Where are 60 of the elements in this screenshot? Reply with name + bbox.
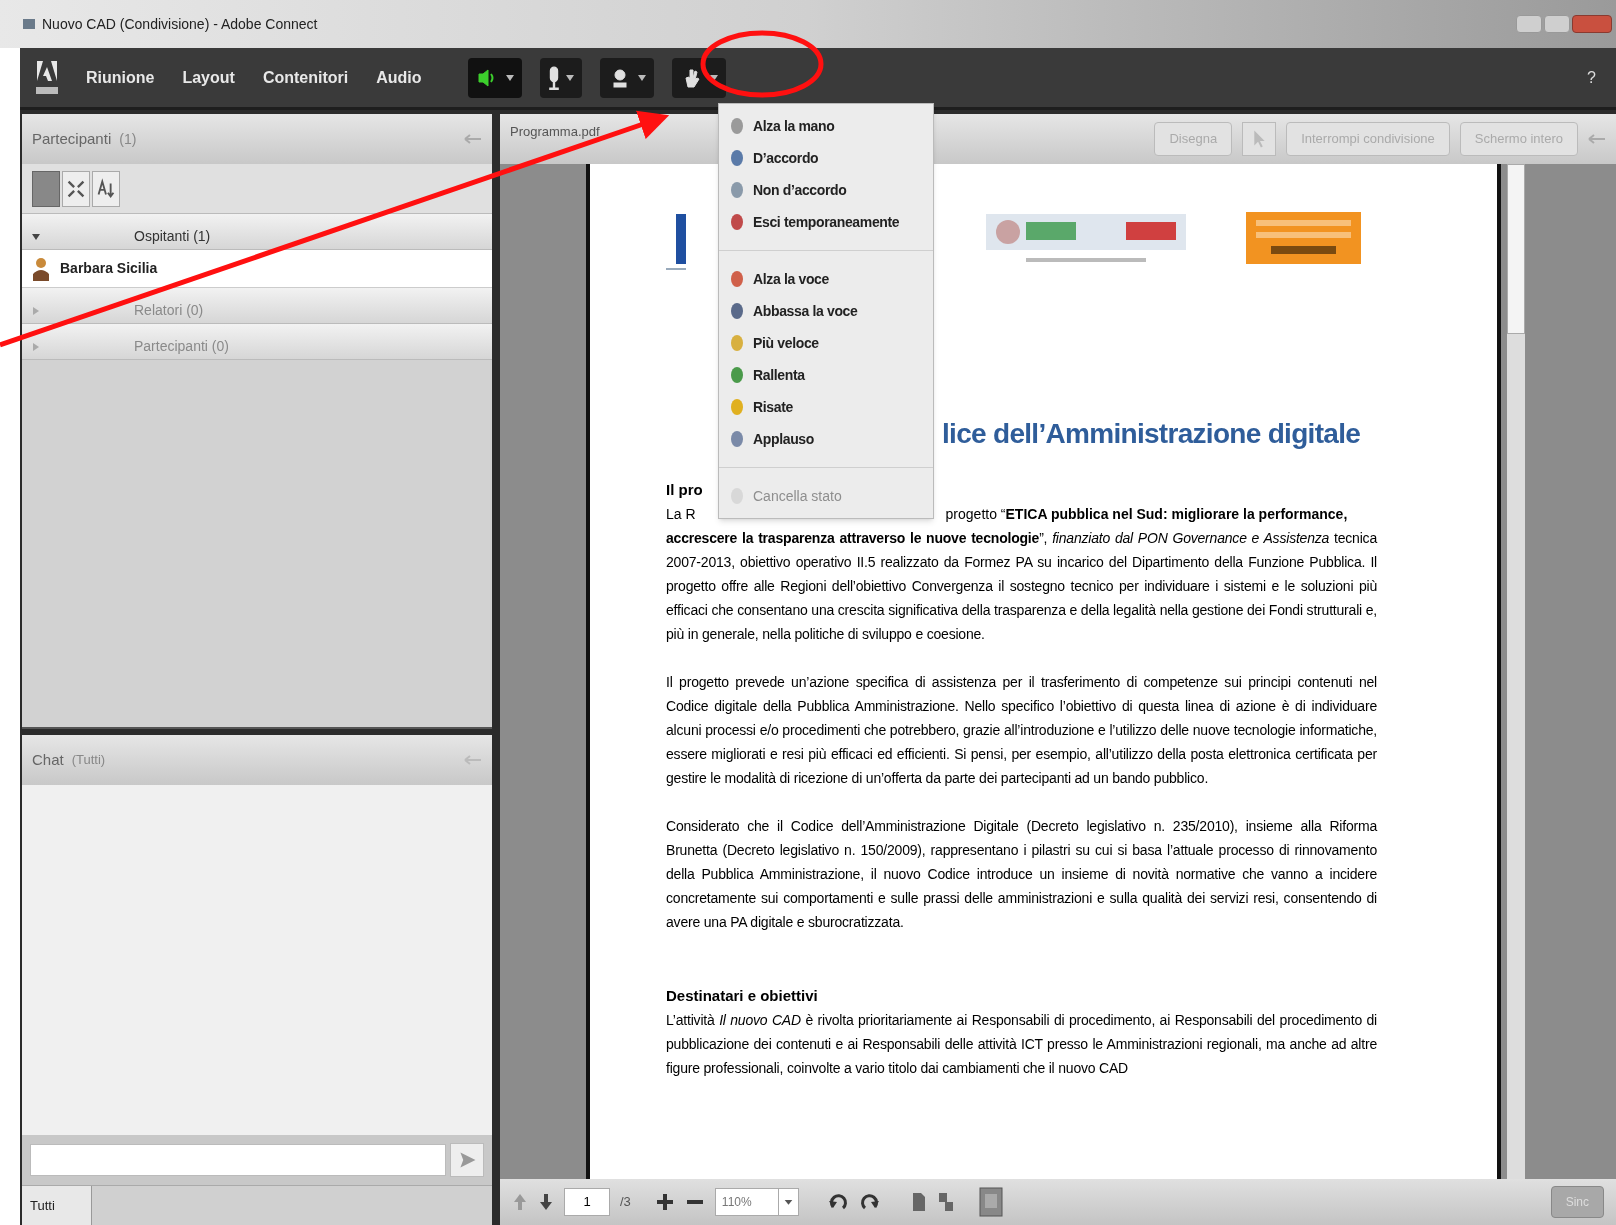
menu-item[interactable]: Layout — [182, 65, 235, 90]
menu-item[interactable]: Esci temporaneamente — [719, 206, 933, 238]
pod-title: Partecipanti — [32, 128, 112, 149]
expand-arrow-icon — [32, 343, 40, 351]
chat-input-field[interactable] — [30, 1144, 446, 1176]
plus-icon[interactable] — [654, 1192, 675, 1212]
menu-item[interactable]: Audio — [376, 65, 422, 90]
microphone-button[interactable] — [539, 57, 582, 98]
chat-scope: (Tutti) — [71, 751, 106, 770]
menu-item[interactable]: Risate — [719, 391, 933, 423]
paragraph: Considerato che il Codice dell’Amministrazione Digitale (Decreto legislativo n. 235/2010), insieme alla Riforma Brunetta (Decreto legislativo n. 150/2009), rappresentano i pilastri su cui si basa l’attuale processo di rinnovamento della Pubblica Amministrazione, il nuovo Codice introduce un insieme di novità normative che vanno a incidere concretamente sui comportamenti e sulle prassi delle amministrazioni e sulla qualità dei servizi resi, consentendo di avere una PA digitale e sburocratizzata. — [666, 817, 1377, 932]
caret-icon — [709, 74, 718, 81]
fullscreen-icon[interactable] — [62, 170, 90, 207]
paragraph: accrescere la trasparenza attraverso le nuove tecnologie”, finanziato dal PON Governance e Assistenza tecnica 2007-2013, obiettivo operativo II.5 realizzato da Formez PA su incarico del Dipartimento della Funzione Pubblica. Il progetto offre alle Regioni dell’obiettivo Convergenza il sostegno tecnico per individuare i sistemi e le soluzioni più efficaci che consentano una crescita significativa della trasparenza e della legalità nella gestione dei Fondi strutturali e, più in generale, nella politiche di sviluppo e coesione. — [666, 529, 1377, 644]
microphone-icon — [547, 65, 560, 90]
paragraph: Il progetto prevede un’azione specifica di assistenza per il trasferimento di competenze sui principi contenuti nel Codice digitale della Pubblica Amministrazione. Nello specifico l’obiettivo di questa linea di azione è di individuare alcuni processi e/o procedimenti che potrebbero, grazie all’introduzione e l’utilizzo delle nuove tecnologie informatiche, essere migliorati e resi più efficaci ed efficienti. Si pensi, per esempio, all’utilizzo della posta elettronica certificata per gestire le modalità di ricezione di un’offerta da parte dei partecipanti ad un bando pubblico. — [666, 673, 1377, 788]
arrow-down-icon[interactable] — [538, 1192, 554, 1212]
paragraph: L’attività Il nuovo CAD è rivolta prioritariamente ai Responsabili di procedimento, ai Responsabili del procedimento di pubblicazione dei contenuti e ai Responsabili delle attività ICT presso le Amministrazioni regionali, ma anche ad altre figure professionali, coinvolte a vario titolo dai cambiamenti che il nuovo CAD — [666, 1011, 1377, 1078]
speaker-button[interactable] — [467, 57, 522, 98]
pages-icon[interactable] — [936, 1190, 955, 1214]
zoom-dropdown[interactable]: 110% — [714, 1188, 799, 1216]
window-title: Nuovo CAD (Condivisione) - Adobe Connect — [42, 14, 318, 34]
menu-item[interactable]: Alza la voce — [719, 263, 933, 295]
hand-button[interactable] — [671, 57, 726, 98]
page-total: /3 — [620, 1193, 631, 1212]
section-heading: Il pro — [666, 480, 703, 500]
grid-view-icon[interactable] — [978, 1187, 1003, 1217]
caret-icon — [505, 74, 514, 81]
paragraph-fragment: progetto “ETICA pubblica nel Sud: migliorare la performance, — [945, 505, 1348, 524]
paragraph-fragment: La R — [666, 505, 696, 524]
document-title: lice dell’Amministrazione digitale — [942, 417, 1362, 451]
pod-title: Programma.pdf — [510, 123, 600, 141]
expand-arrow-icon — [32, 307, 40, 315]
expand-arrow-icon — [32, 233, 40, 241]
app-icon — [22, 17, 36, 31]
person-icon — [32, 256, 50, 281]
send-icon[interactable] — [450, 1143, 484, 1177]
menu-item[interactable]: Rallenta — [719, 359, 933, 391]
attendee-name[interactable]: Barbara Sicilia — [60, 258, 158, 279]
menu-item[interactable]: Più veloce — [719, 327, 933, 359]
caret-icon — [637, 74, 646, 81]
attendee-count: (1) — [119, 129, 137, 149]
menu-item[interactable]: Contenitori — [262, 65, 349, 90]
attendee-group-row[interactable]: Ospitanti (1) — [22, 214, 492, 250]
caret-icon — [565, 74, 574, 81]
menu-item[interactable]: Alza la mano — [719, 110, 933, 142]
menu-item[interactable]: Abbassa la voce — [719, 295, 933, 327]
menu-item[interactable]: Applauso — [719, 423, 933, 455]
list-view-button[interactable] — [32, 170, 60, 207]
menu-item[interactable]: Non d’accordo — [719, 174, 933, 206]
section-heading: Destinatari e obiettivi — [666, 986, 819, 1006]
help-button[interactable]: ? — [1587, 65, 1596, 90]
pod-title: Chat — [32, 749, 64, 770]
page-number-field[interactable]: 1 — [564, 1188, 610, 1216]
chat-tab[interactable]: Tutti — [22, 1186, 92, 1225]
menu-item[interactable]: D’accordo — [719, 142, 933, 174]
menu-item[interactable]: Riunione — [86, 65, 155, 90]
scrollbar-thumb[interactable] — [1507, 164, 1525, 334]
webcam-button[interactable] — [599, 57, 654, 98]
sort-icon[interactable] — [92, 170, 120, 207]
